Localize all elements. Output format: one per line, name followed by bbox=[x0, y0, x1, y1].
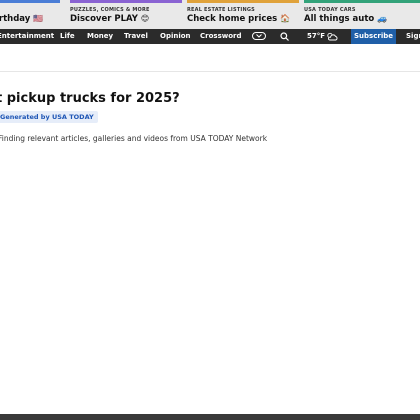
promo-title-text: Check home prices bbox=[187, 14, 278, 24]
promo-kicker: USA TODAY CARS bbox=[304, 7, 356, 13]
chevron-down-icon bbox=[256, 34, 262, 38]
main-nav: Entertainment Life Money Travel Opinion … bbox=[0, 29, 420, 44]
house-icon: 🏠 bbox=[280, 14, 291, 23]
promo-title: irthday 🇺🇸 bbox=[0, 14, 43, 24]
car-icon: 🚙 bbox=[377, 14, 388, 23]
promo-kicker: PUZZLES, COMICS & MORE bbox=[70, 7, 150, 13]
nav-item-entertainment[interactable]: Entertainment bbox=[0, 29, 54, 44]
promo-item-play[interactable]: PUZZLES, COMICS & MORE Discover PLAY 😊 bbox=[70, 0, 182, 29]
promo-kicker: REAL ESTATE LISTINGS bbox=[187, 7, 255, 13]
promo-title: All things auto 🚙 bbox=[304, 14, 387, 24]
promo-item-cars[interactable]: USA TODAY CARS All things auto 🚙 bbox=[304, 0, 420, 29]
promo-color-bar bbox=[0, 0, 60, 3]
flag-icon: 🇺🇸 bbox=[33, 14, 44, 23]
nav-item-opinion[interactable]: Opinion bbox=[160, 29, 191, 44]
promo-title-text: Discover PLAY bbox=[70, 14, 138, 24]
temperature[interactable]: 57°F bbox=[307, 29, 325, 44]
partly-cloudy-icon[interactable] bbox=[326, 32, 338, 41]
subscribe-button[interactable]: Subscribe bbox=[351, 29, 396, 44]
more-button[interactable] bbox=[252, 32, 266, 40]
promo-item-real-estate[interactable]: REAL ESTATE LISTINGS Check home prices 🏠 bbox=[187, 0, 299, 29]
bottom-bar bbox=[0, 414, 420, 420]
nav-item-crossword[interactable]: Crossword bbox=[200, 29, 241, 44]
generated-by-badge: Generated by USA TODAY bbox=[0, 111, 98, 123]
nav-item-money[interactable]: Money bbox=[87, 29, 113, 44]
promo-strip: irthday 🇺🇸 PUZZLES, COMICS & MORE Discov… bbox=[0, 0, 420, 29]
search-icon[interactable] bbox=[280, 32, 289, 41]
promo-color-bar bbox=[304, 0, 420, 3]
promo-item-birthday[interactable]: irthday 🇺🇸 bbox=[0, 0, 60, 29]
promo-title: Discover PLAY 😊 bbox=[70, 14, 149, 24]
promo-title: Check home prices 🏠 bbox=[187, 14, 290, 24]
loading-status-text: Finding relevant articles, galleries and… bbox=[0, 134, 268, 143]
promo-color-bar bbox=[187, 0, 299, 3]
smile-icon: 😊 bbox=[140, 14, 150, 23]
promo-title-text: irthday bbox=[0, 14, 31, 24]
header-divider bbox=[0, 71, 420, 72]
nav-item-travel[interactable]: Travel bbox=[124, 29, 148, 44]
nav-item-life[interactable]: Life bbox=[60, 29, 75, 44]
page-title: t pickup trucks for 2025? bbox=[0, 91, 180, 106]
promo-title-text: All things auto bbox=[304, 14, 375, 24]
promo-color-bar bbox=[70, 0, 182, 3]
signin-link[interactable]: Sign bbox=[406, 29, 420, 44]
